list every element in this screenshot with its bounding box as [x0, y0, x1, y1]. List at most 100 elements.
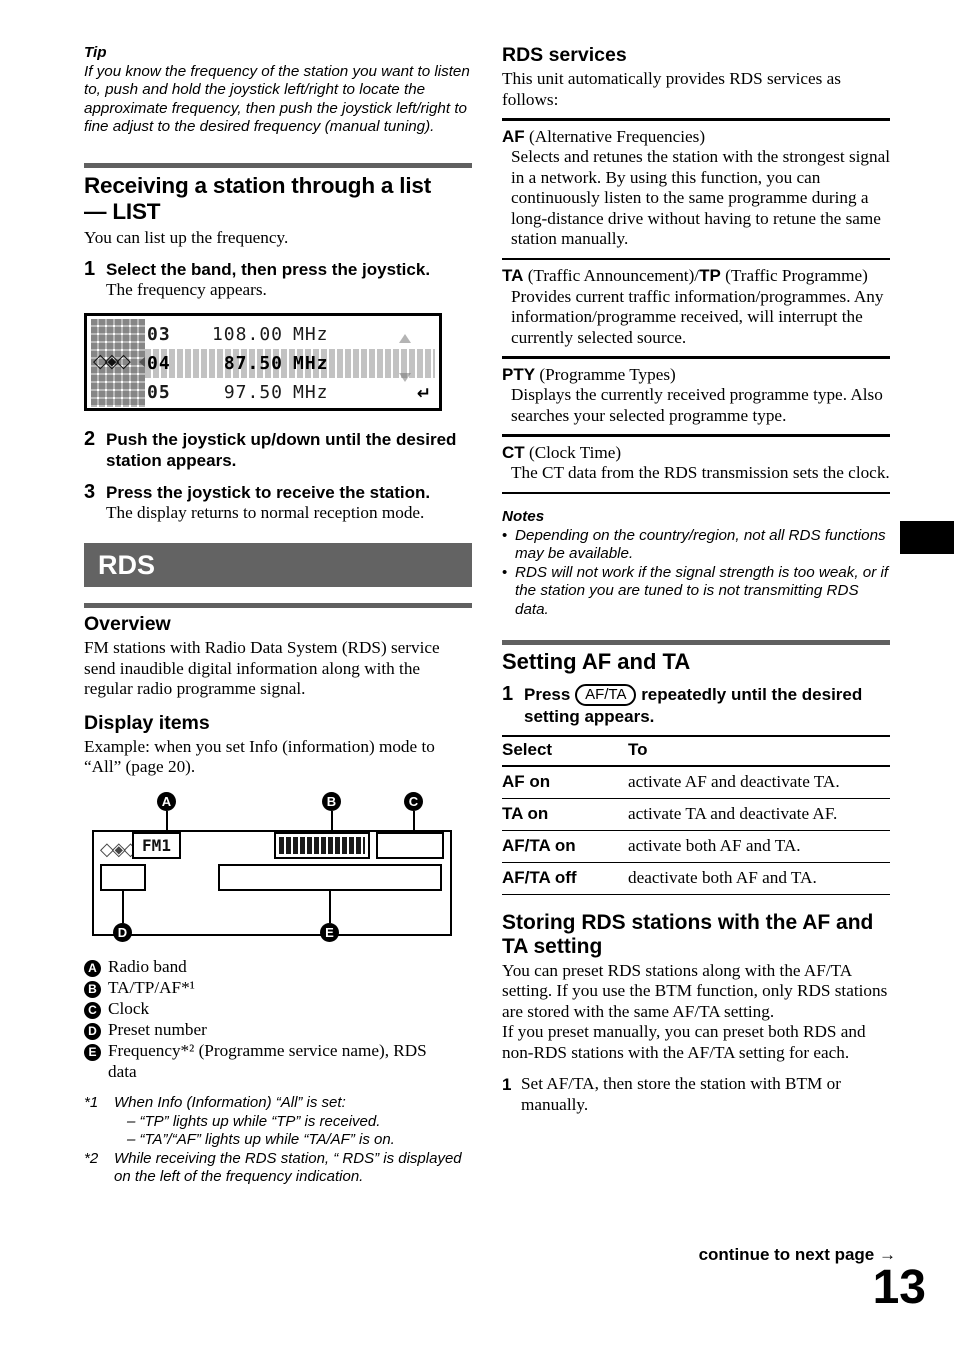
- overview-text: FM stations with Radio Data System (RDS)…: [84, 638, 440, 699]
- rds-abbr-pty-rest: (Programme Types): [535, 364, 676, 384]
- tip-text: If you know the frequency of the station…: [84, 62, 470, 136]
- cell-select: AF/TA off: [502, 862, 628, 895]
- note-text: RDS will not work if the signal strength…: [515, 563, 889, 618]
- heading-line-1: Receiving a station through a list: [84, 172, 432, 198]
- table-row: AF on activate AF and deactivate TA.: [502, 765, 890, 799]
- display-layout-diagram: A B C ◇◈◇ FM1 D E: [84, 791, 454, 952]
- rds-entry-af-term: AF (Alternative Frequencies): [502, 127, 890, 148]
- scroll-down-arrow-icon: [399, 372, 411, 382]
- section-rds-services: RDS services This unit automatically pro…: [502, 44, 890, 494]
- legend-marker-e: E: [84, 1040, 108, 1061]
- setting-af-ta-heading: Setting AF and TA: [502, 648, 691, 674]
- af-ta-settings-table: Select To AF on activate AF and deactiva…: [502, 734, 890, 895]
- storing-step-1: 1 Set AF/TA, then store the station with…: [502, 1074, 890, 1115]
- rds-entry-pty-desc: Displays the currently received programm…: [511, 385, 883, 425]
- cell-select: AF on: [502, 765, 628, 799]
- cell-to: activate AF and deactivate TA.: [628, 765, 890, 799]
- tip-heading: Tip: [84, 44, 107, 61]
- frequency-box: [218, 863, 442, 891]
- lcd-list-display: ◇◈◇ 03 108.00 MHz 04 87.50 MHz 05 97.50 …: [84, 312, 442, 411]
- divider: [502, 434, 890, 437]
- callout-b: B: [322, 791, 341, 811]
- table-row: TA on activate TA and deactivate AF.: [502, 798, 890, 831]
- overview-rule: [84, 603, 472, 609]
- setting-rule: [502, 639, 890, 645]
- legend-label-d: Preset number: [108, 1019, 207, 1039]
- af-ta-key-button[interactable]: AF/TA: [575, 683, 637, 706]
- rds-entry-ta-tp-term: TA (Traffic Announcement)/TP (Traffic Pr…: [502, 266, 890, 287]
- lcd-unit: MHz: [293, 381, 329, 403]
- manual-page: Tip If you know the frequency of the sta…: [0, 0, 954, 1352]
- legend-label-a: Radio band: [108, 956, 187, 976]
- clock-box: [376, 831, 444, 859]
- step-1-desc: The frequency appears.: [106, 280, 267, 300]
- leader-line-e: [329, 890, 331, 923]
- rds-abbr-af-rest: (Alternative Frequencies): [524, 126, 706, 146]
- step-3-title: Press the joystick to receive the statio…: [106, 482, 431, 502]
- divider: [502, 491, 890, 494]
- source-icon: ◇◈◇: [93, 349, 131, 372]
- step-2-title: Push the joystick up/down until the desi…: [106, 429, 457, 470]
- lcd-unit: MHz: [293, 352, 329, 374]
- legend-label-b: TA/TP/AF*¹: [108, 977, 195, 997]
- rds-entry-ta-tp: TA (Traffic Announcement)/TP (Traffic Pr…: [502, 266, 890, 348]
- divider: [502, 257, 890, 260]
- rds-abbr-ta: TA: [502, 266, 524, 285]
- display-items-intro: Example: when you set Info (information)…: [84, 736, 435, 777]
- ta-tp-af-box: [274, 831, 370, 859]
- cell-select: TA on: [502, 798, 628, 831]
- note-item: • Depending on the country/region, not a…: [502, 527, 890, 564]
- lcd-row-group: 03 108.00 MHz 04 87.50 MHz 05 97.50 MHz: [145, 320, 435, 404]
- cell-to: activate TA and deactivate AF.: [628, 798, 890, 831]
- notes-block: Notes • Depending on the country/region,…: [502, 508, 890, 620]
- step-1-number: 1: [84, 258, 96, 281]
- rds-entry-ct-desc: The CT data from the RDS transmission se…: [511, 463, 890, 482]
- lcd-row-selected: 04 87.50 MHz: [145, 348, 435, 378]
- lcd-row: 05 97.50 MHz: [145, 378, 435, 407]
- note-item: • RDS will not work if the signal streng…: [502, 564, 890, 620]
- rds-entry-pty-term: PTY (Programme Types): [502, 365, 890, 386]
- list-section-intro: You can list up the frequency.: [84, 227, 289, 247]
- ta-tp-af-segments: [279, 836, 365, 854]
- lcd-preset-number: 05: [147, 381, 171, 403]
- table-header-row: Select To: [502, 734, 890, 767]
- divider: [502, 118, 890, 121]
- step-2-number: 2: [84, 427, 96, 450]
- legend-label-e: Frequency*² (Programme service name), RD…: [108, 1040, 427, 1081]
- footnote-1-line-2: – “TP” lights up while “TP” is received.: [127, 1112, 381, 1130]
- footnote-1-mark: *1: [84, 1093, 99, 1111]
- rds-services-intro: This unit automatically provides RDS ser…: [502, 69, 841, 109]
- rds-entry-pty: PTY (Programme Types) Displays the curre…: [502, 365, 890, 427]
- heading-line-2: — LIST: [84, 198, 161, 224]
- legend-marker-d: D: [84, 1019, 108, 1040]
- legend-item-e: E Frequency*² (Programme service name), …: [84, 1040, 472, 1082]
- setting-step-1: 1 Press AF/TA repeatedly until the desir…: [502, 683, 890, 727]
- bullet-icon: •: [502, 526, 508, 544]
- footnote-2-mark: *2: [84, 1149, 99, 1167]
- rds-entry-af-desc: Selects and retunes the station with the…: [511, 147, 891, 248]
- callout-c: C: [404, 791, 423, 811]
- cell-to: deactivate both AF and TA.: [628, 862, 890, 895]
- footnote-2: *2 While receiving the RDS station, “ RD…: [84, 1150, 472, 1187]
- section-rule: [84, 162, 472, 168]
- legend-marker-c: C: [84, 998, 108, 1019]
- display-items-heading: Display items: [84, 711, 210, 734]
- lcd-preset-number: 04: [147, 352, 171, 374]
- step-3-number: 3: [84, 480, 96, 503]
- section-overview: Overview FM stations with Radio Data Sys…: [84, 603, 472, 700]
- lcd-unit: MHz: [293, 323, 329, 345]
- legend-marker-b: B: [84, 977, 108, 998]
- step-3: 3 Press the joystick to receive the stat…: [84, 482, 472, 524]
- callout-d: D: [113, 922, 132, 942]
- column-header-select: Select: [502, 734, 628, 767]
- step-2: 2 Push the joystick up/down until the de…: [84, 427, 472, 471]
- storing-para-1: You can preset RDS stations along with t…: [502, 960, 888, 1021]
- lcd-frequency: 87.50: [223, 352, 283, 374]
- storing-heading: Storing RDS stations with the AF and TA …: [502, 911, 890, 959]
- callout-a: A: [157, 791, 176, 811]
- radio-band-value: FM1: [142, 835, 171, 855]
- footnote-1-line-3: – “TA”/“AF” lights up while “TA/AF” is o…: [127, 1131, 395, 1149]
- tip-block: Tip If you know the frequency of the sta…: [84, 44, 472, 137]
- note-text: Depending on the country/region, not all…: [515, 526, 886, 563]
- rds-chapter-banner: RDS: [84, 543, 472, 588]
